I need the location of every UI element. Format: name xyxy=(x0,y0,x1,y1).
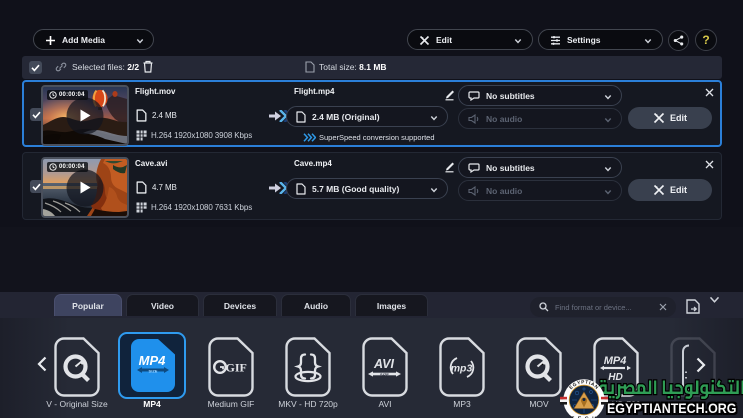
svg-text:AVI: AVI xyxy=(373,357,394,371)
svg-text:GIF: GIF xyxy=(226,361,247,375)
svg-text:MP4: MP4 xyxy=(139,353,167,368)
svg-text:MP4: MP4 xyxy=(604,355,627,367)
svg-text:SIZE: SIZE xyxy=(149,369,158,374)
svg-text:SIZE: SIZE xyxy=(380,372,389,377)
svg-text:mp3: mp3 xyxy=(451,363,473,375)
